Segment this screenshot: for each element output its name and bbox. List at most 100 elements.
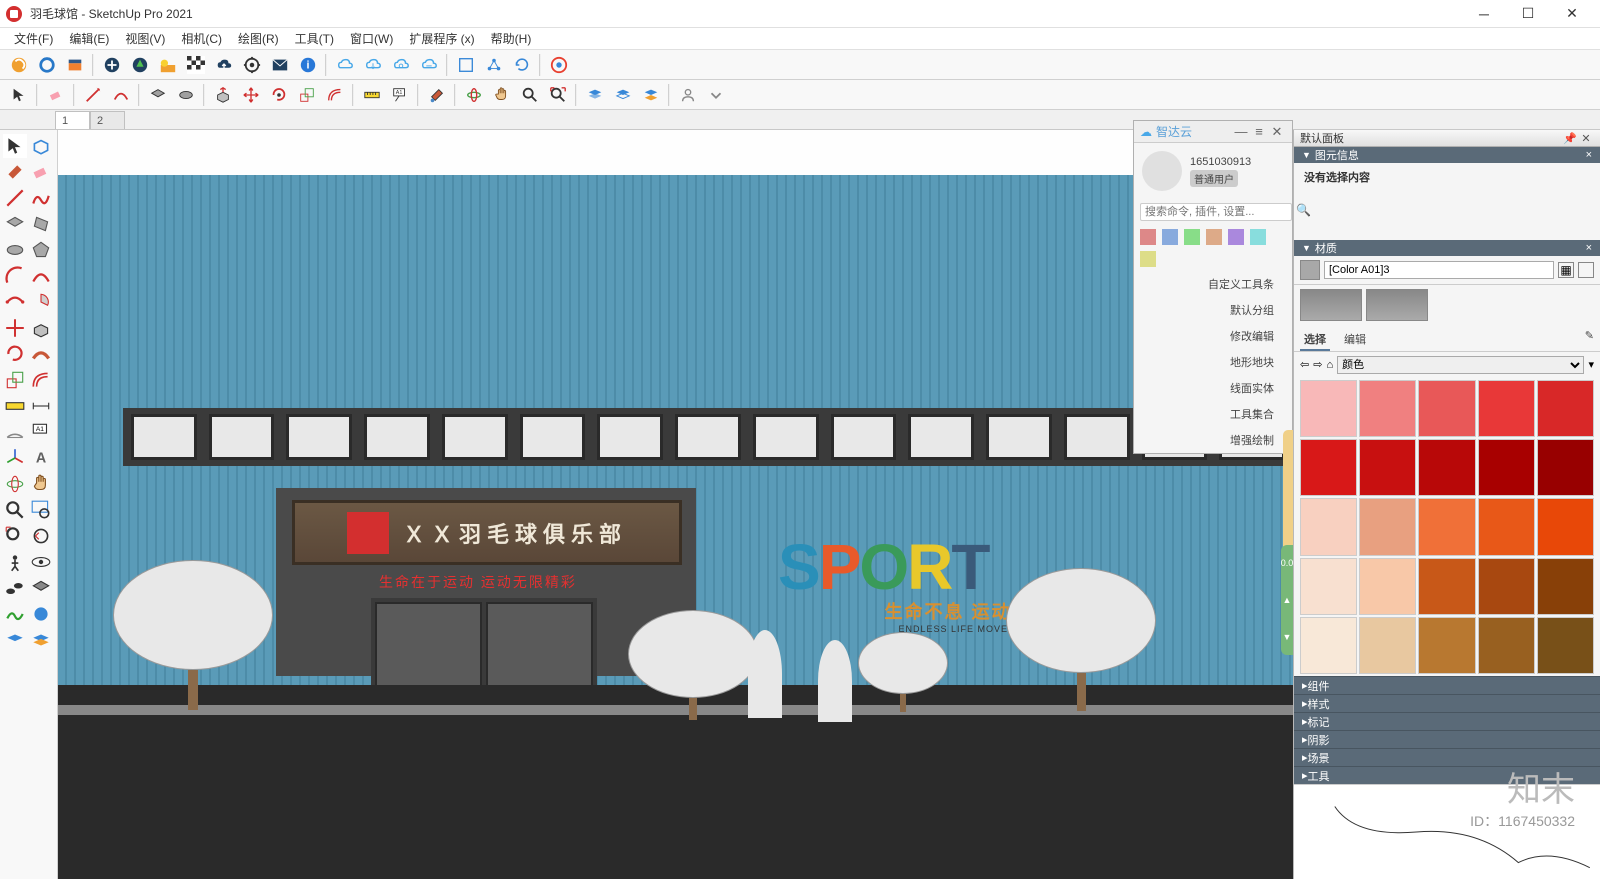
menu-view[interactable]: 视图(V) — [117, 28, 173, 49]
color-swatch[interactable] — [1478, 617, 1535, 674]
color-swatch[interactable] — [1300, 498, 1357, 555]
close-button[interactable]: ✕ — [1550, 0, 1594, 28]
zoom-icon[interactable] — [517, 82, 542, 107]
cloud-sync-icon[interactable] — [388, 52, 413, 77]
lt-zoomext-icon[interactable] — [3, 524, 27, 548]
zmenu-item[interactable]: 线面实体 — [1134, 375, 1292, 401]
menu-tools[interactable]: 工具(T) — [287, 28, 342, 49]
chrome-icon[interactable] — [546, 52, 571, 77]
sun-icon[interactable] — [155, 52, 180, 77]
color-swatch[interactable] — [1478, 439, 1535, 496]
cloud-up-icon[interactable] — [211, 52, 236, 77]
text-icon[interactable]: A1 — [387, 82, 412, 107]
section-shadow[interactable]: ▸阴影 — [1294, 730, 1600, 748]
lt-textlabel-icon[interactable]: A1 — [29, 420, 53, 444]
arc-icon[interactable] — [108, 82, 133, 107]
pan-icon[interactable] — [489, 82, 514, 107]
rotate-icon[interactable] — [266, 82, 291, 107]
line-icon[interactable] — [80, 82, 105, 107]
color-swatch[interactable] — [1537, 558, 1594, 615]
menu-edit[interactable]: 编辑(E) — [61, 28, 117, 49]
color-swatch[interactable] — [1359, 498, 1416, 555]
color-swatch[interactable] — [1418, 439, 1475, 496]
menu-window[interactable]: 窗口(W) — [342, 28, 401, 49]
paint-icon[interactable] — [424, 82, 449, 107]
layers3-icon[interactable] — [638, 82, 663, 107]
color-swatch[interactable] — [1359, 617, 1416, 674]
menu-extensions[interactable]: 扩展程序 (x) — [401, 28, 482, 49]
close-icon[interactable]: ✕ — [1268, 124, 1286, 140]
eyedropper-icon[interactable]: ✎ — [1585, 329, 1594, 351]
color-swatch[interactable] — [1418, 498, 1475, 555]
zhidayun-panel[interactable]: ☁ 智达云 — ≡ ✕ 1651030913 普通用户 🔍 自定义工具条 默认分… — [1133, 120, 1293, 454]
zmenu-item[interactable]: 增强绘制 — [1134, 427, 1292, 453]
ext-icon-3[interactable] — [62, 52, 87, 77]
ztool-sun-icon[interactable] — [1140, 251, 1156, 267]
lt-rotate-icon[interactable] — [3, 342, 27, 366]
lt-move-icon[interactable] — [3, 316, 27, 340]
zmenu-item[interactable]: 地形地块 — [1134, 349, 1292, 375]
lt-prev-icon[interactable] — [29, 524, 53, 548]
lt-pie-icon[interactable] — [29, 290, 53, 314]
back-icon[interactable]: ⇦ — [1300, 358, 1309, 371]
zoom-extents-icon[interactable] — [545, 82, 570, 107]
tape-icon[interactable] — [359, 82, 384, 107]
lt-axes-icon[interactable] — [3, 446, 27, 470]
lt-lookaround-icon[interactable] — [29, 550, 53, 574]
menu-icon[interactable]: ▾ — [1588, 358, 1594, 371]
side-toggle-green[interactable]: 0.0▲▼ — [1281, 545, 1293, 655]
close-icon[interactable]: × — [1586, 149, 1592, 161]
color-swatch[interactable] — [1537, 380, 1594, 437]
circle-icon[interactable] — [173, 82, 198, 107]
nodes-icon[interactable] — [481, 52, 506, 77]
lt-tape-icon[interactable] — [3, 394, 27, 418]
checker-icon[interactable] — [183, 52, 208, 77]
maximize-button[interactable]: ☐ — [1506, 0, 1550, 28]
lt-eraser-icon[interactable] — [29, 160, 53, 184]
lt-scale-icon[interactable] — [3, 368, 27, 392]
person-icon[interactable] — [675, 82, 700, 107]
color-swatch[interactable] — [1418, 617, 1475, 674]
lt-3dtext-icon[interactable]: A — [29, 446, 53, 470]
color-swatch[interactable] — [1359, 439, 1416, 496]
lt-rotrect-icon[interactable] — [29, 212, 53, 236]
lt-position-icon[interactable] — [3, 550, 27, 574]
color-swatch[interactable] — [1418, 380, 1475, 437]
lt-walk-icon[interactable] — [3, 576, 27, 600]
zmenu-item[interactable]: 自定义工具条 — [1134, 271, 1292, 297]
minimize-icon[interactable]: — — [1232, 124, 1250, 139]
chevron-down-icon[interactable] — [703, 82, 728, 107]
lt-freehand-icon[interactable] — [29, 186, 53, 210]
section-components[interactable]: ▸组件 — [1294, 676, 1600, 694]
section-materials[interactable]: ▼材质× — [1294, 240, 1600, 256]
material-name-input[interactable] — [1324, 261, 1554, 279]
color-swatch[interactable] — [1300, 617, 1357, 674]
lt-arc-icon[interactable] — [3, 264, 27, 288]
material-thumb[interactable] — [1366, 289, 1428, 321]
lt-sandbox-icon[interactable] — [3, 602, 27, 626]
ext-icon-1[interactable] — [6, 52, 31, 77]
search-icon[interactable]: 🔍 — [1296, 203, 1311, 221]
section-entity-info[interactable]: ▼图元信息× — [1294, 147, 1600, 163]
zmenu-item[interactable]: 默认分组 — [1134, 297, 1292, 323]
gear-icon[interactable] — [239, 52, 264, 77]
color-swatch[interactable] — [1300, 558, 1357, 615]
ztool-cube-icon[interactable] — [1228, 229, 1244, 245]
lt-protractor-icon[interactable] — [3, 420, 27, 444]
lt-layer1-icon[interactable] — [3, 628, 27, 652]
cloud-down-icon[interactable] — [360, 52, 385, 77]
color-swatch[interactable] — [1478, 498, 1535, 555]
refresh-icon[interactable] — [509, 52, 534, 77]
material-library-select[interactable]: 颜色 — [1337, 356, 1584, 374]
scene-tab-1[interactable]: 1 — [55, 111, 90, 129]
lt-line-icon[interactable] — [3, 186, 27, 210]
layers2-icon[interactable] — [610, 82, 635, 107]
orbit-icon[interactable] — [461, 82, 486, 107]
user-avatar[interactable] — [1142, 151, 1182, 191]
move-icon[interactable] — [238, 82, 263, 107]
search-input[interactable] — [1140, 203, 1292, 221]
lt-followme-icon[interactable] — [29, 342, 53, 366]
pin-icon[interactable]: 📌 — [1562, 131, 1578, 145]
close-icon[interactable]: ✕ — [1578, 131, 1594, 145]
lt-pushpull-icon[interactable] — [29, 316, 53, 340]
